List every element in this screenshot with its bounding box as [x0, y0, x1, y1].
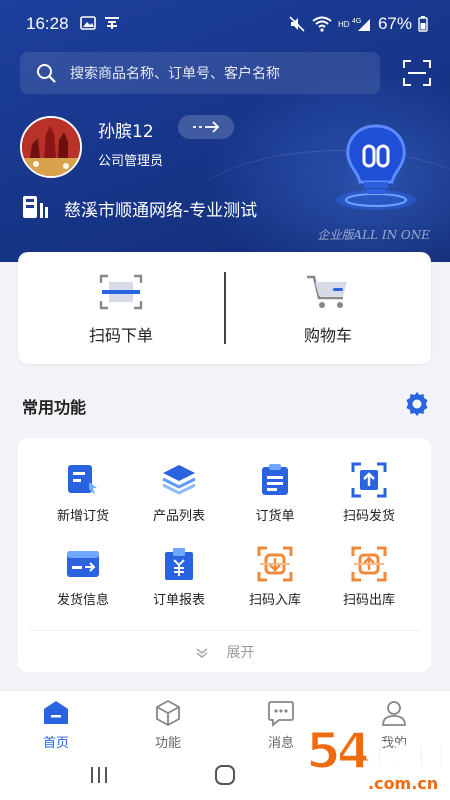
scan-icon[interactable] — [403, 60, 431, 86]
status-time: 16:28 — [26, 14, 69, 33]
section-title: 常用功能 — [22, 398, 87, 417]
scan-outbound-button[interactable]: 扫码出库 — [321, 546, 417, 626]
tab-functions[interactable]: 功能 — [112, 691, 224, 753]
company-name: 慈溪市顺通网络-专业测试 — [64, 201, 258, 221]
tab-label: 首页 — [42, 736, 69, 751]
watermark-logo: 54 手游网 .com.cn — [305, 721, 446, 798]
function-label: 扫码发货 — [342, 509, 395, 524]
expand-label: 展开 — [226, 645, 255, 661]
function-label: 订单报表 — [152, 593, 205, 608]
lightbulb-icon — [336, 124, 416, 210]
functions-grid-card: 新增订货 产品列表 订货单 扫码发货 发货信息 订单报表 扫码入库 扫码出库 展… — [18, 438, 431, 672]
chevron-down-icon — [196, 648, 207, 658]
function-label: 订货单 — [255, 509, 295, 524]
svg-text:HD: HD — [338, 20, 350, 29]
cube-icon — [156, 699, 180, 727]
function-label: 发货信息 — [56, 593, 109, 608]
order-sheet-button[interactable]: 订货单 — [227, 462, 323, 542]
search-placeholder: 搜索商品名称、订单号、客户名称 — [70, 66, 280, 82]
home-button-icon[interactable] — [213, 764, 237, 786]
function-label: 产品列表 — [152, 509, 205, 524]
expand-button[interactable]: 展开 — [18, 642, 431, 662]
user-role: 公司管理员 — [98, 154, 164, 169]
chat-icon — [268, 701, 294, 727]
watermark-url: .com.cn — [368, 774, 439, 793]
watermark-number: 54 — [305, 721, 373, 781]
tab-home[interactable]: 首页 — [0, 691, 112, 753]
quick-actions-card: 扫码下单 购物车 — [18, 252, 431, 364]
shipping-info-button[interactable]: 发货信息 — [35, 546, 131, 626]
quick-action-label: 购物车 — [303, 326, 352, 345]
user-name: 孙膑12 — [98, 122, 154, 142]
scan-inbound-icon — [257, 546, 293, 582]
notification-icon — [105, 17, 119, 29]
new-order-button[interactable]: 新增订货 — [35, 462, 131, 542]
wifi-icon — [312, 16, 332, 32]
avatar[interactable] — [20, 116, 82, 178]
shopping-cart-icon — [307, 275, 347, 308]
company-icon — [23, 196, 48, 218]
scan-outbound-icon — [351, 546, 387, 582]
function-label: 新增订货 — [56, 509, 109, 524]
shipping-info-icon — [67, 551, 99, 577]
scan-inbound-button[interactable]: 扫码入库 — [227, 546, 323, 626]
order-report-button[interactable]: 订单报表 — [131, 546, 227, 626]
tab-label: 功能 — [154, 736, 181, 751]
quick-action-label: 扫码下单 — [88, 326, 153, 345]
search-bar[interactable]: 搜索商品名称、订单号、客户名称 — [20, 52, 380, 94]
gear-icon[interactable] — [404, 391, 430, 417]
order-report-icon — [165, 548, 193, 580]
scan-barcode-icon — [99, 274, 143, 310]
scan-ship-icon — [351, 462, 387, 498]
battery-text: 67% — [377, 14, 412, 33]
mute-icon — [289, 16, 305, 32]
order-sheet-icon — [262, 464, 288, 495]
product-list-button[interactable]: 产品列表 — [131, 462, 227, 542]
home-icon — [44, 701, 68, 724]
battery-icon — [418, 16, 428, 32]
function-label: 扫码入库 — [248, 593, 301, 608]
svg-text:4G: 4G — [352, 18, 361, 25]
signal-icon: HD 4G — [338, 18, 370, 31]
shopping-cart-button[interactable]: 购物车 — [225, 252, 431, 364]
search-icon — [37, 64, 56, 83]
profile-arrow-button[interactable] — [178, 115, 234, 139]
product-list-icon — [162, 465, 196, 495]
edition-label: 企业版ALL IN ONE — [317, 228, 430, 242]
arrow-right-icon — [193, 121, 220, 133]
recent-apps-icon[interactable] — [88, 764, 110, 786]
function-label: 扫码出库 — [342, 593, 395, 608]
scan-order-button[interactable]: 扫码下单 — [18, 252, 224, 364]
watermark-text: 手游网 — [365, 742, 445, 773]
divider — [28, 630, 421, 631]
new-order-icon — [68, 465, 97, 495]
status-bar: 16:28 HD 4G 67% — [0, 0, 450, 50]
gallery-icon — [80, 16, 96, 30]
scan-ship-button[interactable]: 扫码发货 — [321, 462, 417, 542]
